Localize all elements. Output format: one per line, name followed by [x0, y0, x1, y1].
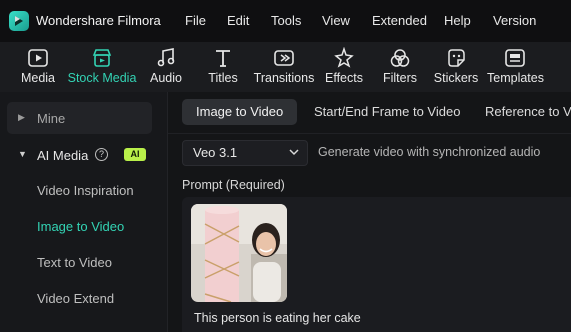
ai-badge: AI: [124, 148, 146, 161]
tab-reference-to-video[interactable]: Reference to Vid: [485, 99, 571, 125]
toolbar-filters[interactable]: Filters: [381, 42, 419, 92]
audio-icon: [157, 48, 175, 67]
toolbar-titles[interactable]: Titles: [204, 42, 242, 92]
toolbar-stock-media[interactable]: Stock Media: [67, 42, 137, 92]
menu-edit[interactable]: Edit: [227, 13, 249, 28]
tab-divider: [168, 133, 571, 134]
toolbar-media[interactable]: Media: [16, 42, 60, 92]
filmora-logo-icon: [9, 11, 29, 31]
app-title: Wondershare Filmora: [36, 13, 161, 28]
prompt-label: Prompt (Required): [182, 178, 285, 192]
prompt-box[interactable]: This person is eating her cake: [182, 197, 571, 332]
filters-icon: [390, 49, 410, 67]
prompt-text[interactable]: This person is eating her cake: [194, 311, 361, 325]
sidebar-item-video-inspiration[interactable]: Video Inspiration: [37, 183, 134, 198]
toolbar-effects[interactable]: Effects: [324, 42, 364, 92]
help-icon[interactable]: ?: [95, 148, 108, 161]
templates-icon: [505, 49, 525, 67]
effects-icon: [334, 47, 354, 68]
model-description: Generate video with synchronized audio: [318, 145, 541, 159]
toolbar-templates[interactable]: Templates: [487, 42, 544, 92]
tab-start-end-frame[interactable]: Start/End Frame to Video: [314, 99, 460, 125]
menu-tools[interactable]: Tools: [271, 13, 301, 28]
tab-image-to-video[interactable]: Image to Video: [182, 99, 298, 125]
menu-extended[interactable]: Extended: [372, 13, 427, 28]
transitions-icon: [274, 50, 294, 66]
menu-file[interactable]: File: [185, 13, 206, 28]
sidebar-item-text-to-video[interactable]: Text to Video: [37, 255, 112, 270]
model-select[interactable]: Veo 3.1: [182, 140, 308, 166]
chevron-down-icon: ▼: [18, 149, 27, 159]
stickers-icon: [448, 49, 465, 67]
chevron-right-icon: ▶: [18, 112, 25, 122]
menu-help[interactable]: Help: [444, 13, 471, 28]
menu-version[interactable]: Version: [493, 13, 536, 28]
uploaded-image-thumbnail[interactable]: [191, 204, 287, 302]
main-panel: Image to Video Start/End Frame to Video …: [168, 92, 571, 332]
title-bar: Wondershare Filmora File Edit Tools View…: [0, 0, 571, 42]
sidebar-item-video-extend[interactable]: Video Extend: [37, 291, 114, 306]
menu-view[interactable]: View: [322, 13, 350, 28]
toolbar-audio[interactable]: Audio: [146, 42, 186, 92]
sidebar-item-mine[interactable]: ▶ Mine: [7, 102, 152, 134]
titles-icon: [216, 50, 230, 67]
chevron-down-icon: [289, 149, 299, 156]
sidebar-item-image-to-video[interactable]: Image to Video: [37, 219, 124, 234]
toolbar-transitions[interactable]: Transitions: [253, 42, 315, 92]
sidebar: ▶ Mine ▼ AI Media ? AI Video Inspiration…: [0, 92, 168, 332]
stock-media-icon: [92, 49, 112, 67]
media-icon: [28, 49, 48, 67]
media-toolbar: Media Stock Media Audio Titles Transitio…: [0, 42, 571, 93]
sidebar-item-ai-media[interactable]: ▼ AI Media ? AI: [7, 140, 152, 170]
toolbar-stickers[interactable]: Stickers: [433, 42, 479, 92]
